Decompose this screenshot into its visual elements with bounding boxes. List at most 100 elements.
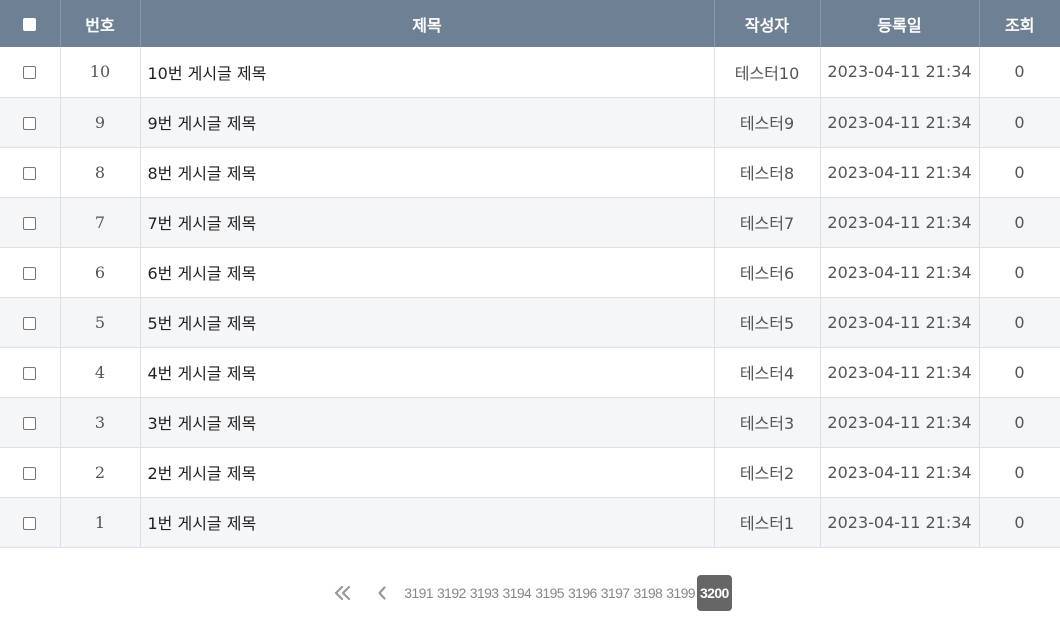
row-views: 0 (978, 147, 1060, 197)
row-date: 2023-04-11 21:34 (819, 47, 979, 97)
row-checkbox[interactable] (23, 516, 37, 530)
post-table: 번호 제목 작성자 등록일 조회 10 10번 게시글 제목 테스터10 2023-0… (0, 0, 1060, 548)
row-views: 0 (978, 197, 1060, 247)
row-checkbox[interactable] (23, 216, 37, 230)
row-date: 2023-04-11 21:34 (819, 447, 979, 497)
header-select-all (0, 0, 60, 47)
row-views: 0 (978, 97, 1060, 147)
header-views[interactable]: 조회 (978, 0, 1060, 47)
row-number: 9 (59, 97, 140, 147)
row-title-link[interactable]: 5번 게시글 제목 (139, 297, 714, 347)
row-title-link[interactable]: 9번 게시글 제목 (139, 97, 714, 147)
row-date: 2023-04-11 21:34 (819, 247, 979, 297)
table-row[interactable]: 9 9번 게시글 제목 테스터9 2023-04-11 21:34 0 (0, 97, 1060, 147)
page-link[interactable]: 3191 (402, 575, 435, 611)
row-title-link[interactable]: 2번 게시글 제목 (139, 447, 714, 497)
double-chevron-left-icon[interactable] (328, 575, 358, 611)
page-current[interactable]: 3200 (697, 575, 732, 611)
table-row[interactable]: 3 3번 게시글 제목 테스터3 2023-04-11 21:34 0 (0, 397, 1060, 447)
table-row[interactable]: 5 5번 게시글 제목 테스터5 2023-04-11 21:34 0 (0, 297, 1060, 347)
row-checkbox[interactable] (23, 466, 37, 480)
row-views: 0 (978, 297, 1060, 347)
row-number: 6 (59, 247, 140, 297)
row-author: 테스터6 (713, 247, 820, 297)
row-checkbox[interactable] (23, 116, 37, 130)
row-select-cell (0, 497, 60, 547)
table-row[interactable]: 10 10번 게시글 제목 테스터10 2023-04-11 21:34 0 (0, 47, 1060, 97)
table-row[interactable]: 4 4번 게시글 제목 테스터4 2023-04-11 21:34 0 (0, 347, 1060, 397)
page-link[interactable]: 3199 (664, 575, 697, 611)
row-number: 3 (59, 397, 140, 447)
row-title-link[interactable]: 8번 게시글 제목 (139, 147, 714, 197)
row-number: 8 (59, 147, 140, 197)
row-select-cell (0, 147, 60, 197)
row-date: 2023-04-11 21:34 (819, 197, 979, 247)
page-link[interactable]: 3194 (501, 575, 534, 611)
page-link[interactable]: 3197 (599, 575, 632, 611)
select-all-checkbox[interactable] (23, 18, 37, 31)
row-select-cell (0, 197, 60, 247)
row-date: 2023-04-11 21:34 (819, 97, 979, 147)
row-number: 7 (59, 197, 140, 247)
row-title-link[interactable]: 3번 게시글 제목 (139, 397, 714, 447)
row-date: 2023-04-11 21:34 (819, 297, 979, 347)
row-views: 0 (978, 47, 1060, 97)
row-select-cell (0, 247, 60, 297)
row-title-link[interactable]: 1번 게시글 제목 (139, 497, 714, 547)
row-author: 테스터7 (713, 197, 820, 247)
row-title-link[interactable]: 10번 게시글 제목 (139, 47, 714, 97)
row-author: 테스터10 (713, 47, 820, 97)
chevron-left-icon[interactable] (372, 575, 392, 611)
page-link[interactable]: 3195 (533, 575, 566, 611)
table-row[interactable]: 6 6번 게시글 제목 테스터6 2023-04-11 21:34 0 (0, 247, 1060, 297)
row-number: 4 (59, 347, 140, 397)
row-author: 테스터4 (713, 347, 820, 397)
row-views: 0 (978, 397, 1060, 447)
row-date: 2023-04-11 21:34 (819, 397, 979, 447)
row-number: 1 (59, 497, 140, 547)
row-checkbox[interactable] (23, 366, 37, 380)
row-select-cell (0, 297, 60, 347)
table-header: 번호 제목 작성자 등록일 조회 (0, 0, 1060, 47)
row-author: 테스터3 (713, 397, 820, 447)
header-author[interactable]: 작성자 (713, 0, 820, 47)
row-date: 2023-04-11 21:34 (819, 347, 979, 397)
row-author: 테스터5 (713, 297, 820, 347)
row-select-cell (0, 97, 60, 147)
row-views: 0 (978, 447, 1060, 497)
row-title-link[interactable]: 6번 게시글 제목 (139, 247, 714, 297)
row-select-cell (0, 447, 60, 497)
row-checkbox[interactable] (23, 266, 37, 280)
row-author: 테스터2 (713, 447, 820, 497)
row-views: 0 (978, 247, 1060, 297)
table-row[interactable]: 1 1번 게시글 제목 테스터1 2023-04-11 21:34 0 (0, 497, 1060, 547)
row-views: 0 (978, 497, 1060, 547)
page-link[interactable]: 3198 (632, 575, 665, 611)
header-row: 번호 제목 작성자 등록일 조회 (0, 0, 1060, 47)
row-views: 0 (978, 347, 1060, 397)
row-checkbox[interactable] (23, 166, 37, 180)
page-link[interactable]: 3193 (468, 575, 501, 611)
board-list: 번호 제목 작성자 등록일 조회 10 10번 게시글 제목 테스터10 2023-0… (0, 0, 1060, 624)
pagination-inner: 3191 3192 3193 3194 3195 3196 3197 3198 3199 3200 (328, 575, 732, 611)
row-title-link[interactable]: 4번 게시글 제목 (139, 347, 714, 397)
header-number[interactable]: 번호 (59, 0, 140, 47)
row-checkbox[interactable] (23, 66, 37, 80)
page-link[interactable]: 3192 (435, 575, 468, 611)
row-checkbox[interactable] (23, 316, 37, 330)
table-row[interactable]: 2 2번 게시글 제목 테스터2 2023-04-11 21:34 0 (0, 447, 1060, 497)
row-date: 2023-04-11 21:34 (819, 147, 979, 197)
row-checkbox[interactable] (23, 416, 37, 430)
pagination: 3191 3192 3193 3194 3195 3196 3197 3198 3199 3200 (0, 575, 1060, 611)
row-select-cell (0, 397, 60, 447)
row-select-cell (0, 47, 60, 97)
row-title-link[interactable]: 7번 게시글 제목 (139, 197, 714, 247)
row-date: 2023-04-11 21:34 (819, 497, 979, 547)
header-title[interactable]: 제목 (139, 0, 714, 47)
table-row[interactable]: 8 8번 게시글 제목 테스터8 2023-04-11 21:34 0 (0, 147, 1060, 197)
page-link[interactable]: 3196 (566, 575, 599, 611)
row-number: 10 (59, 47, 140, 97)
row-author: 테스터9 (713, 97, 820, 147)
header-date[interactable]: 등록일 (819, 0, 979, 47)
table-row[interactable]: 7 7번 게시글 제목 테스터7 2023-04-11 21:34 0 (0, 197, 1060, 247)
